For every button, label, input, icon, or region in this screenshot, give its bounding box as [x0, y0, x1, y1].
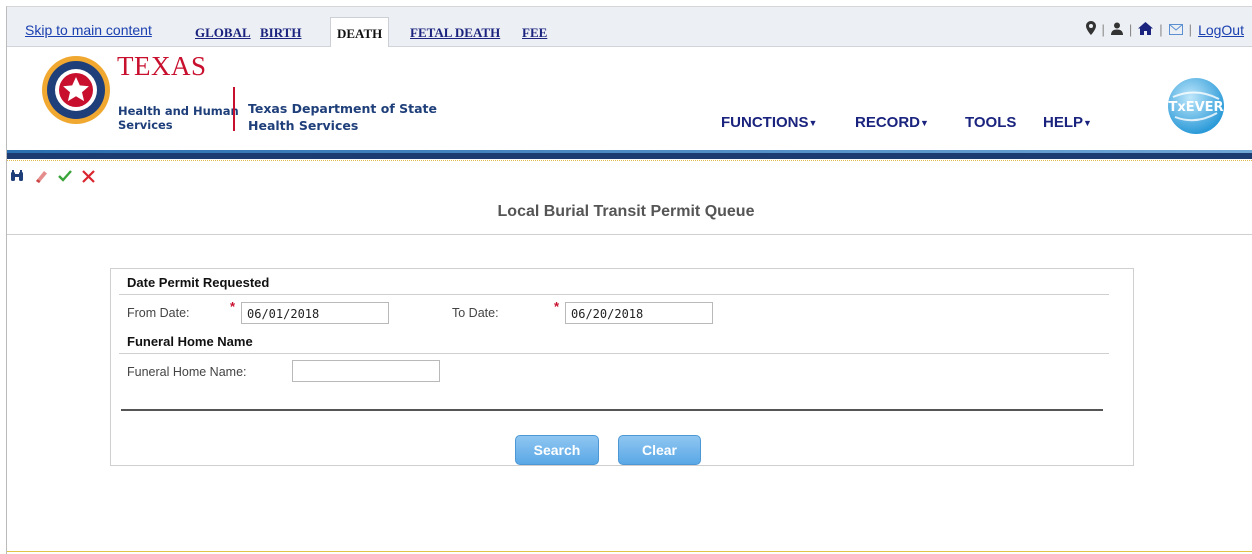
menu-help[interactable]: HELP▼ [1043, 114, 1092, 131]
section-divider [119, 353, 1109, 354]
home-icon[interactable] [1138, 21, 1154, 38]
header-bottom-bar [7, 153, 1252, 159]
tab-fetal-death[interactable]: FETAL DEATH [410, 25, 500, 41]
menu-functions-label: FUNCTIONS [721, 114, 809, 131]
menu-tools-label: TOOLS [965, 114, 1017, 131]
funeral-home-input[interactable] [292, 360, 440, 382]
menu-tools[interactable]: TOOLS [965, 114, 1016, 131]
eraser-icon[interactable] [34, 169, 48, 187]
page-title: Local Burial Transit Permit Queue [497, 203, 755, 220]
org-subtitle-1: Health and Human [118, 104, 239, 118]
separator: | [1159, 22, 1163, 37]
separator: | [1128, 22, 1133, 37]
user-icon[interactable] [1110, 22, 1123, 38]
binoculars-icon[interactable] [10, 170, 24, 186]
funeral-home-label: Funeral Home Name: [127, 365, 247, 379]
skip-to-main-link[interactable]: Skip to main content [25, 22, 152, 38]
search-form-panel: Date Permit Requested From Date: * 06/01… [110, 268, 1134, 466]
from-date-label: From Date: [127, 306, 190, 320]
caret-down-icon: ▼ [1083, 118, 1092, 129]
menu-help-label: HELP [1043, 114, 1084, 131]
to-date-label: To Date: [452, 306, 499, 320]
page-bottom-border [7, 551, 1252, 552]
logout-link[interactable]: LogOut [1198, 22, 1244, 38]
form-bottom-divider [121, 409, 1103, 411]
txever-logo-icon: TxEVER [1168, 78, 1224, 134]
required-marker: * [554, 299, 560, 314]
section-title-date-permit: Date Permit Requested [127, 275, 270, 290]
texas-hhs-seal-icon [42, 56, 110, 124]
from-date-input[interactable]: 06/01/2018 [241, 302, 389, 324]
mail-icon[interactable] [1168, 22, 1183, 38]
close-icon[interactable] [82, 169, 95, 187]
required-marker: * [230, 299, 236, 314]
caret-down-icon: ▼ [808, 118, 818, 129]
org-subtitle-2: Services [118, 118, 173, 132]
logo-divider [233, 87, 235, 131]
to-date-input[interactable]: 06/20/2018 [565, 302, 713, 324]
title-divider [7, 234, 1252, 235]
section-divider [119, 294, 1109, 295]
clear-button[interactable]: Clear [618, 435, 701, 465]
section-title-funeral-home: Funeral Home Name [127, 334, 253, 349]
separator: | [1101, 22, 1105, 37]
action-toolbar [10, 169, 95, 187]
menu-record[interactable]: RECORD▼ [855, 114, 929, 131]
site-header: TEXAS Health and Human Services Texas De… [7, 47, 1252, 153]
tab-death[interactable]: DEATH [330, 17, 390, 47]
checkmark-icon[interactable] [58, 170, 72, 186]
search-button[interactable]: Search [515, 435, 599, 465]
utility-icons: | | | | LogOut [1085, 21, 1244, 38]
tab-global[interactable]: GLOBAL [195, 25, 251, 41]
separator: | [1188, 22, 1193, 37]
dotted-divider [7, 160, 1252, 161]
dept-name-line2: Health Services [248, 118, 359, 133]
menu-record-label: RECORD [855, 114, 921, 131]
brand-badge-text: TxEVER [1168, 100, 1223, 115]
menu-functions[interactable]: FUNCTIONS▼ [721, 114, 817, 131]
location-pin-icon[interactable] [1085, 21, 1096, 38]
tab-birth[interactable]: BIRTH [260, 25, 301, 41]
top-nav-bar: Skip to main content GLOBAL BIRTH DEATH … [7, 7, 1252, 47]
tab-fee[interactable]: FEE [522, 25, 547, 41]
caret-down-icon: ▼ [920, 118, 929, 129]
dept-name-line1: Texas Department of State [248, 101, 437, 116]
org-name: TEXAS [117, 51, 207, 81]
